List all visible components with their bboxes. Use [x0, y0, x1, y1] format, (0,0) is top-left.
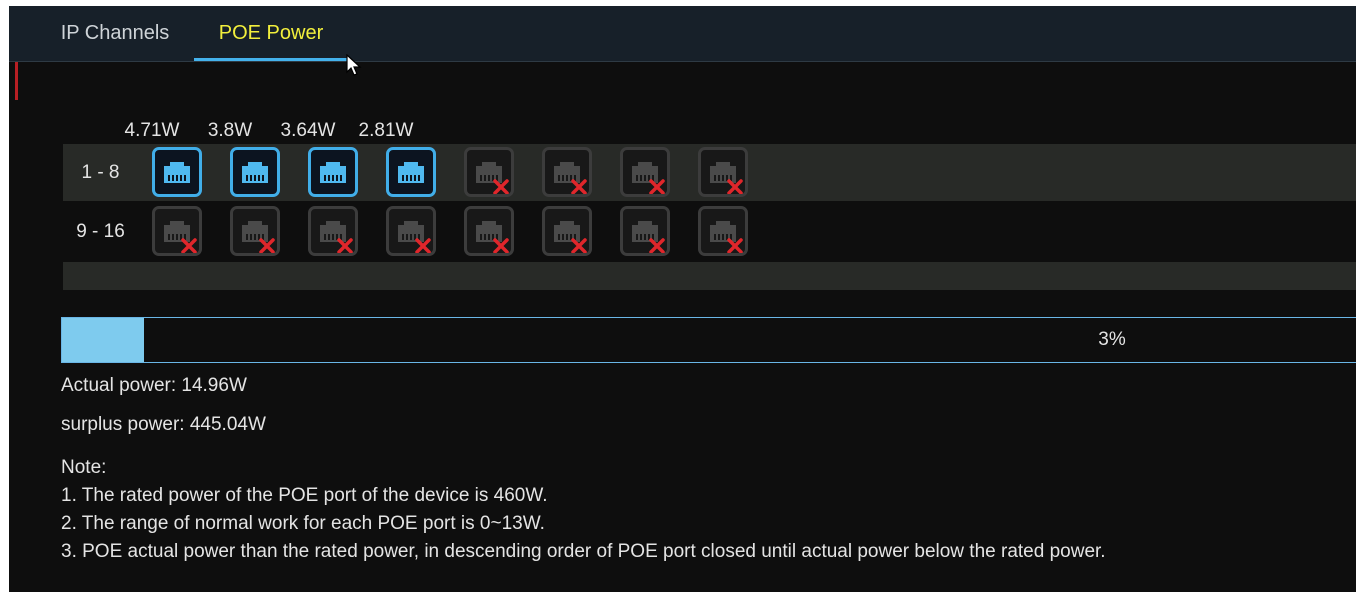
port-1-wattage: 4.71W — [124, 120, 180, 141]
note-line-2: 2. The range of normal work for each POE… — [61, 513, 545, 534]
ethernet-port-disconnected-icon[interactable] — [230, 206, 280, 256]
ethernet-port-disconnected-icon[interactable] — [152, 206, 202, 256]
ethernet-port-disconnected-icon[interactable] — [386, 206, 436, 256]
ethernet-port-disconnected-icon[interactable] — [542, 206, 592, 256]
port-row-1-8: 1 - 8 — [63, 144, 1356, 201]
port-row-label: 9 - 16 — [76, 221, 125, 242]
ethernet-port-disconnected-icon[interactable] — [698, 206, 748, 256]
ethernet-port-disconnected-icon[interactable] — [464, 147, 514, 197]
port-4-wattage: 2.81W — [358, 120, 414, 141]
tab-ip-channels[interactable]: IP Channels — [40, 6, 190, 61]
ethernet-port-disconnected-icon[interactable] — [464, 206, 514, 256]
tab-bar: IP Channels POE Power — [9, 6, 1356, 62]
poe-power-screen: IP Channels POE Power 4.71W 3.8W 3.64W 2… — [9, 6, 1356, 592]
ethernet-port-disconnected-icon[interactable] — [620, 206, 670, 256]
ethernet-port-icon[interactable] — [386, 147, 436, 197]
port-row-spacer — [63, 262, 1356, 290]
note-line-3: 3. POE actual power than the rated power… — [61, 541, 1106, 562]
surplus-power-text: surplus power: 445.04W — [61, 414, 266, 435]
port-3-wattage: 3.64W — [280, 120, 336, 141]
mouse-cursor-icon — [346, 54, 362, 76]
power-usage-percent: 3% — [1098, 329, 1126, 350]
note-line-1: 1. The rated power of the POE port of th… — [61, 485, 548, 506]
ethernet-port-icon[interactable] — [230, 147, 280, 197]
ethernet-port-disconnected-icon[interactable] — [620, 147, 670, 197]
port-row-label: 1 - 8 — [81, 162, 120, 183]
actual-power-text: Actual power: 14.96W — [61, 375, 247, 396]
ethernet-port-icon[interactable] — [308, 147, 358, 197]
note-title: Note: — [61, 457, 107, 478]
ethernet-port-disconnected-icon[interactable] — [308, 206, 358, 256]
port-row-9-16: 9 - 16 — [63, 203, 1356, 260]
power-usage-bar: 3% — [61, 317, 1356, 363]
tab-poe-power[interactable]: POE Power — [194, 6, 348, 61]
ethernet-port-icon[interactable] — [152, 147, 202, 197]
ethernet-port-disconnected-icon[interactable] — [698, 147, 748, 197]
active-tab-underline — [194, 58, 348, 61]
ethernet-port-disconnected-icon[interactable] — [542, 147, 592, 197]
power-usage-fill — [62, 318, 144, 362]
port-2-wattage: 3.8W — [207, 120, 253, 141]
